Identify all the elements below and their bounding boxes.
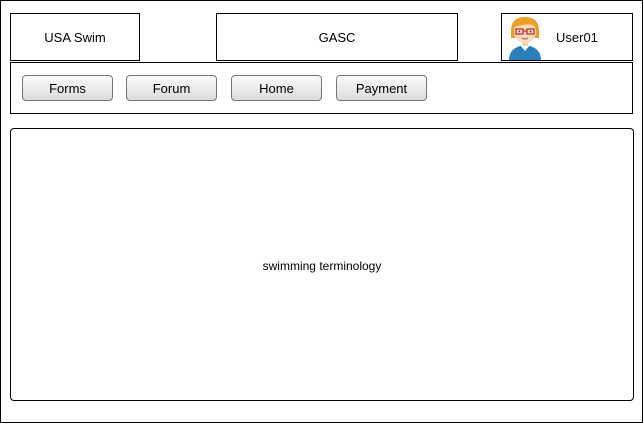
usa-swim-label: USA Swim <box>44 29 106 45</box>
usa-swim-box[interactable]: USA Swim <box>10 13 140 61</box>
forum-button[interactable]: Forum <box>126 75 217 101</box>
forms-button-label: Forms <box>49 80 86 96</box>
user-profile[interactable]: User01 <box>501 13 633 61</box>
gasc-title-box: GASC <box>216 13 458 61</box>
forms-button[interactable]: Forms <box>22 75 113 101</box>
main-content-panel: swimming terminology <box>10 128 634 401</box>
forum-button-label: Forum <box>152 80 191 96</box>
home-button[interactable]: Home <box>231 75 322 101</box>
payment-button-label: Payment <box>355 80 408 96</box>
site-title: GASC <box>318 29 356 45</box>
home-button-label: Home <box>259 80 294 96</box>
nav-bar: Forms Forum Home Payment <box>10 62 633 114</box>
user-avatar-icon <box>509 17 541 60</box>
content-text: swimming terminology <box>262 258 382 273</box>
user-name: User01 <box>556 29 598 45</box>
payment-button[interactable]: Payment <box>336 75 427 101</box>
